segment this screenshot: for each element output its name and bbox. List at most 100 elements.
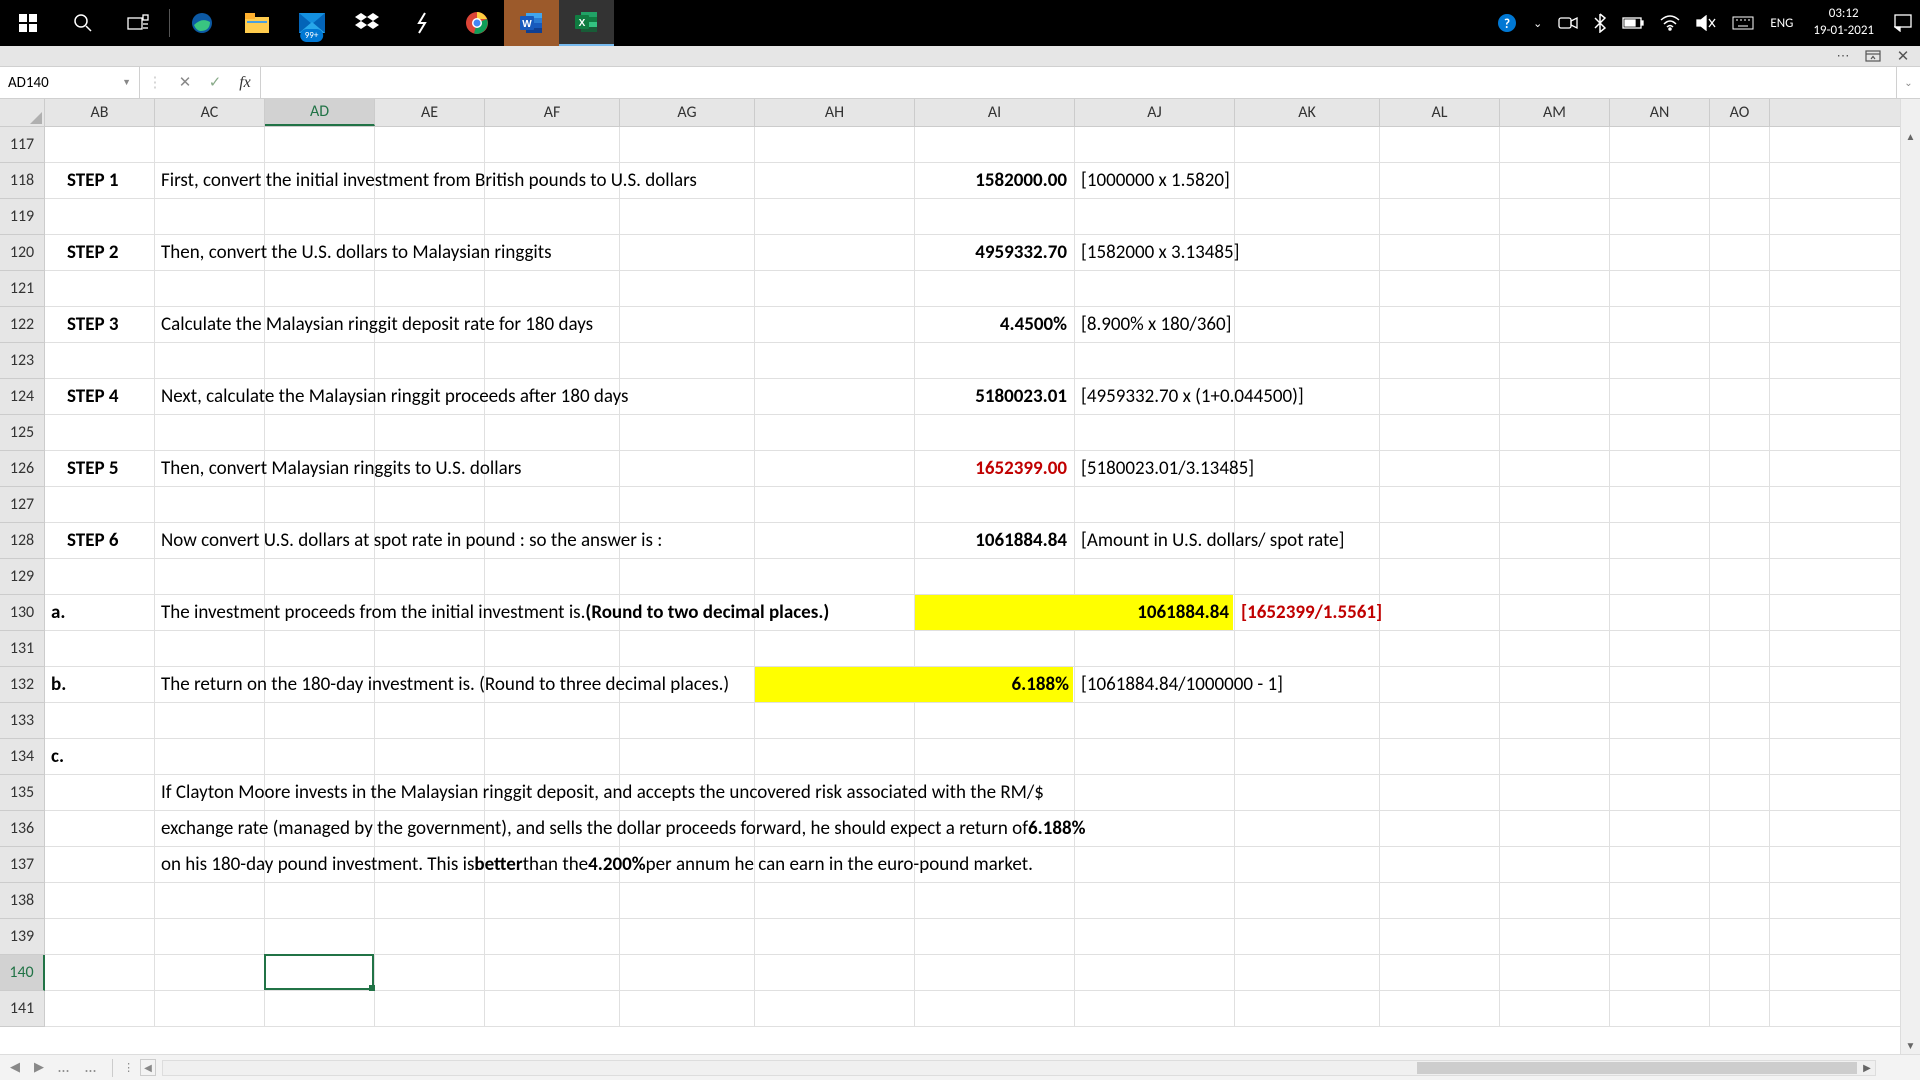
row-header[interactable]: 134 xyxy=(0,739,45,775)
row-header[interactable]: 136 xyxy=(0,811,45,847)
scroll-right-icon[interactable]: ▶ xyxy=(1859,1061,1875,1074)
battery-icon[interactable] xyxy=(1614,0,1652,46)
row-header[interactable]: 118 xyxy=(0,163,45,199)
search-button[interactable] xyxy=(55,0,110,46)
grid-rows[interactable]: 117118STEP 1First, convert the initial i… xyxy=(0,127,1920,1054)
bluetooth-icon[interactable] xyxy=(1586,0,1614,46)
ribbon-display-icon[interactable] xyxy=(1862,47,1884,65)
row-header[interactable]: 132 xyxy=(0,667,45,703)
cancel-icon[interactable]: ✕ xyxy=(170,73,200,92)
scrollbar-thumb[interactable] xyxy=(1417,1062,1857,1074)
dropbox-icon[interactable] xyxy=(339,0,394,46)
mail-icon[interactable]: 99+ xyxy=(284,0,339,46)
expand-formula-bar-icon[interactable]: ⌄ xyxy=(1896,67,1920,98)
sheet-prev-icon[interactable]: ◀ xyxy=(6,1060,24,1075)
excel-icon[interactable]: X xyxy=(559,0,614,46)
column-header[interactable]: AH xyxy=(755,99,915,126)
file-explorer-icon[interactable] xyxy=(229,0,284,46)
cell-text: [1000000 x 1.5820] xyxy=(1077,163,1234,198)
ribbon-collapse-bar: ⋯ ✕ xyxy=(0,46,1920,66)
keyboard-icon[interactable] xyxy=(1724,0,1762,46)
app-icon[interactable] xyxy=(394,0,449,46)
sheet-tab[interactable]: … xyxy=(81,1058,102,1077)
vertical-scrollbar[interactable]: ▲ ▼ xyxy=(1900,99,1920,1054)
language-indicator[interactable]: ENG xyxy=(1762,0,1801,46)
column-header[interactable]: AK xyxy=(1235,99,1380,126)
chrome-icon[interactable] xyxy=(449,0,504,46)
time: 03:12 xyxy=(1813,6,1874,23)
row-header[interactable]: 139 xyxy=(0,919,45,955)
word-icon[interactable]: W xyxy=(504,0,559,46)
row-header[interactable]: 130 xyxy=(0,595,45,631)
cell-text: exchange rate (managed by the government… xyxy=(157,811,1089,846)
column-header[interactable]: AJ xyxy=(1075,99,1235,126)
name-box-dropdown-icon[interactable]: ▼ xyxy=(122,77,131,88)
row-header[interactable]: 121 xyxy=(0,271,45,307)
row-header[interactable]: 140 xyxy=(0,955,45,991)
volume-icon[interactable] xyxy=(1688,0,1724,46)
enter-icon[interactable]: ✓ xyxy=(200,73,230,92)
sheet-scroll-left-icon[interactable]: ◀ xyxy=(140,1059,156,1076)
cell-text: 1061884.84 xyxy=(915,595,1233,630)
start-button[interactable] xyxy=(0,0,55,46)
column-header[interactable]: AO xyxy=(1710,99,1770,126)
name-box[interactable]: AD140 ▼ xyxy=(0,67,140,98)
row-header[interactable]: 120 xyxy=(0,235,45,271)
cell-text: 1652399.00 xyxy=(755,451,1071,486)
row-header[interactable]: 124 xyxy=(0,379,45,415)
row-header[interactable]: 122 xyxy=(0,307,45,343)
column-header[interactable]: AF xyxy=(485,99,620,126)
cell-text: Then, convert the U.S. dollars to Malays… xyxy=(157,235,556,270)
column-header[interactable]: AN xyxy=(1610,99,1710,126)
sheet-next-icon[interactable]: ▶ xyxy=(30,1060,48,1075)
formula-input[interactable] xyxy=(261,67,1896,98)
row-header[interactable]: 119 xyxy=(0,199,45,235)
column-header[interactable]: AG xyxy=(620,99,755,126)
column-header[interactable]: AL xyxy=(1380,99,1500,126)
scroll-up-icon[interactable]: ▲ xyxy=(1901,127,1920,145)
row-header[interactable]: 141 xyxy=(0,991,45,1027)
select-all-button[interactable] xyxy=(0,99,45,126)
row-header[interactable]: 131 xyxy=(0,631,45,667)
column-header[interactable]: AC xyxy=(155,99,265,126)
edge-icon[interactable] xyxy=(174,0,229,46)
meet-now-icon[interactable] xyxy=(1550,0,1586,46)
task-view-button[interactable] xyxy=(110,0,165,46)
row-header[interactable]: 127 xyxy=(0,487,45,523)
notifications-icon[interactable] xyxy=(1886,0,1920,46)
close-icon[interactable]: ✕ xyxy=(1892,47,1914,65)
wifi-icon[interactable] xyxy=(1652,0,1688,46)
horizontal-scrollbar[interactable]: ▶ xyxy=(162,1060,1876,1076)
row-header[interactable]: 135 xyxy=(0,775,45,811)
row-header[interactable]: 128 xyxy=(0,523,45,559)
name-box-value: AD140 xyxy=(8,74,49,92)
sheet-tab[interactable]: … xyxy=(54,1058,75,1077)
cell-text: c. xyxy=(47,739,68,774)
cell-text: STEP 3 xyxy=(63,307,123,342)
fx-icon[interactable]: fx xyxy=(230,74,260,92)
column-header[interactable]: AM xyxy=(1500,99,1610,126)
row-header[interactable]: 133 xyxy=(0,703,45,739)
row-header[interactable]: 125 xyxy=(0,415,45,451)
cell-text: 1061884.84 xyxy=(755,523,1071,558)
column-header[interactable]: AD xyxy=(265,99,375,126)
windows-taskbar: 99+ W X ? ⌄ xyxy=(0,0,1920,46)
column-header[interactable]: AB xyxy=(45,99,155,126)
help-icon[interactable]: ? xyxy=(1489,0,1525,46)
cell-text: STEP 4 xyxy=(63,379,123,414)
sheet-navigation: ◀ ▶ … … ⋮ ◀ xyxy=(0,1055,162,1080)
row-header[interactable]: 117 xyxy=(0,127,45,163)
cell-text: First, convert the initial investment fr… xyxy=(157,163,701,198)
tray-chevron-icon[interactable]: ⌄ xyxy=(1525,0,1550,46)
column-header[interactable]: AI xyxy=(915,99,1075,126)
clock[interactable]: 03:12 19-01-2021 xyxy=(1801,6,1886,40)
more-icon[interactable]: ⋯ xyxy=(1832,47,1854,65)
scroll-down-icon[interactable]: ▼ xyxy=(1901,1036,1920,1054)
row-header[interactable]: 137 xyxy=(0,847,45,883)
column-header[interactable]: AE xyxy=(375,99,485,126)
spreadsheet-grid: ABACADAEAFAGAHAIAJAKALAMANAO 117118STEP … xyxy=(0,99,1920,1054)
row-header[interactable]: 138 xyxy=(0,883,45,919)
row-header[interactable]: 126 xyxy=(0,451,45,487)
row-header[interactable]: 129 xyxy=(0,559,45,595)
row-header[interactable]: 123 xyxy=(0,343,45,379)
